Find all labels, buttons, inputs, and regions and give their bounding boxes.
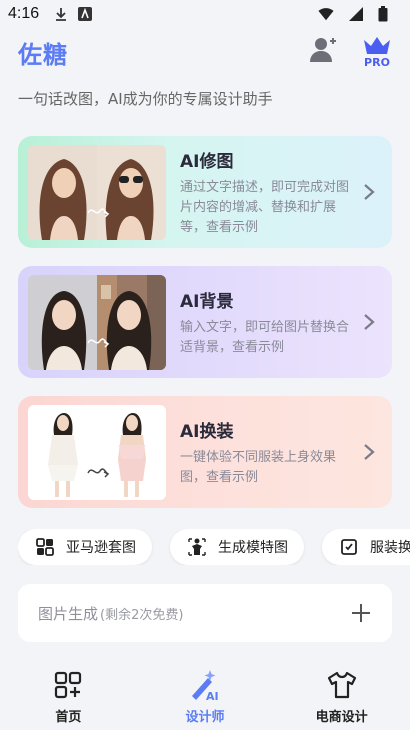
cell-signal-icon (348, 6, 364, 22)
download-icon (53, 6, 69, 22)
card-ai-retouch[interactable]: AI修图 通过文字描述，即可完成对图片内容的增减、替换和扩展等，查看示例 (18, 136, 392, 248)
bottom-nav: 首页 AI 设计师 电商设计 (0, 662, 410, 730)
clothing-tag-icon (340, 538, 358, 556)
card-title: AI换装 (180, 421, 234, 442)
retouch-example-image (28, 144, 166, 240)
model-pose-icon (188, 538, 206, 556)
card-ai-background[interactable]: AI背景 输入文字，即可给图片替换合适背景，查看示例 (18, 266, 392, 378)
chevron-right-icon (364, 444, 375, 460)
pro-label: PRO (364, 55, 390, 69)
plus-icon[interactable] (350, 602, 372, 624)
wifi-icon (318, 6, 334, 22)
pro-button[interactable]: PRO (362, 36, 392, 69)
card-desc: 输入文字，即可给图片替换合适背景，查看示例 (180, 319, 350, 355)
chip-clothing-swap[interactable]: 服装换 (322, 529, 410, 565)
nav-label: 首页 (55, 710, 82, 725)
app-notification-icon (77, 6, 93, 22)
tagline: 一句话改图，AI成为你的专属设计助手 (18, 90, 273, 108)
chip-label: 生成模特图 (218, 540, 288, 556)
status-time: 4:16 (8, 5, 40, 22)
card-desc: 通过文字描述，即可完成对图片内容的增减、替换和扩展等，查看示例 (180, 179, 350, 235)
status-bar: 4:16 (0, 0, 410, 28)
grid-layout-icon (36, 538, 54, 556)
generate-label: 图片生成 (38, 604, 99, 623)
crown-icon (362, 36, 392, 58)
nav-home[interactable]: 首页 (0, 662, 137, 730)
transform-arrow-icon (87, 207, 110, 218)
chip-label: 服装换 (370, 540, 410, 556)
chevron-right-icon (364, 314, 375, 330)
transform-arrow-icon (87, 467, 110, 478)
nav-label: 设计师 (185, 710, 225, 725)
home-grid-icon (51, 668, 85, 702)
outfit-example-image (28, 404, 166, 500)
card-ai-outfit[interactable]: AI换装 一键体验不同服装上身效果图，查看示例 (18, 396, 392, 508)
transform-arrow-icon (87, 337, 110, 348)
header: 佐糖 PRO (18, 32, 392, 72)
chip-amazon-set[interactable]: 亚马逊套图 (18, 529, 152, 565)
chevron-right-icon (364, 184, 375, 200)
background-example-image (28, 274, 166, 370)
image-generation-row[interactable]: 图片生成 (剩余2次免费) (18, 584, 392, 642)
chip-generate-model[interactable]: 生成模特图 (170, 529, 304, 565)
chip-label: 亚马逊套图 (66, 540, 136, 556)
quick-actions: 亚马逊套图 生成模特图 服装换 (18, 529, 410, 565)
profile-button[interactable] (308, 36, 338, 68)
card-title: AI背景 (180, 291, 234, 312)
ai-wand-icon: AI (188, 668, 222, 702)
nav-label: 电商设计 (315, 710, 368, 725)
user-profile-icon (308, 36, 338, 68)
nav-ecommerce[interactable]: 电商设计 (273, 662, 410, 730)
svg-text:AI: AI (206, 690, 219, 702)
tshirt-icon (325, 668, 359, 702)
card-title: AI修图 (180, 151, 234, 172)
battery-icon (378, 6, 394, 22)
generate-quota: (剩余2次免费) (100, 607, 184, 623)
nav-designer[interactable]: AI 设计师 (137, 662, 274, 730)
app-logo: 佐糖 (18, 40, 68, 69)
card-desc: 一键体验不同服装上身效果图，查看示例 (180, 449, 337, 485)
